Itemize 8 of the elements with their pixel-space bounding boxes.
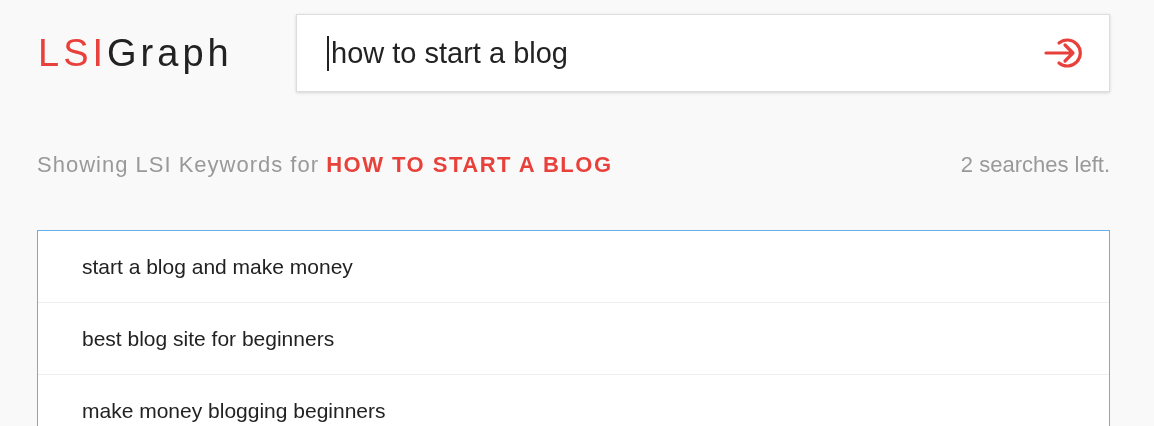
search-bar[interactable]: how to start a blog <box>296 14 1110 92</box>
results-heading: Showing LSI Keywords for HOW TO START A BLOG <box>37 152 613 178</box>
keyword-item[interactable]: make money blogging beginners <box>38 375 1109 426</box>
keyword-item[interactable]: best blog site for beginners <box>38 303 1109 375</box>
keyword-item[interactable]: start a blog and make money <box>38 231 1109 303</box>
search-field[interactable]: how to start a blog <box>327 35 1043 71</box>
logo: LSI Graph <box>38 31 234 75</box>
searches-left: 2 searches left. <box>960 152 1110 178</box>
